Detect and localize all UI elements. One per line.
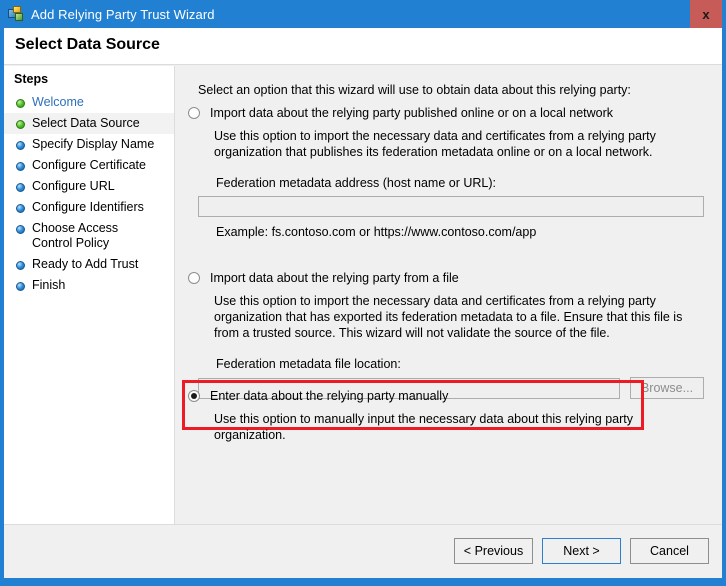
step-bullet-icon [16,204,25,213]
client-area: Select Data Source Steps Welcome Select … [4,28,722,578]
sidebar-item-specify-display-name[interactable]: Specify Display Name [4,134,174,155]
option-file-description: Use this option to import the necessary … [214,294,683,340]
step-bullet-icon [16,183,25,192]
sidebar-item-label: Select Data Source [32,116,140,130]
metadata-address-label: Federation metadata address (host name o… [216,176,496,190]
step-bullet-icon [16,261,25,270]
option-manual-description: Use this option to manually input the ne… [214,412,633,442]
step-bullet-icon [16,99,25,108]
option-online-group: Import data about the relying party publ… [176,106,722,239]
sidebar-item-select-data-source[interactable]: Select Data Source [4,113,174,134]
sidebar-item-label: Specify Display Name [32,137,155,151]
metadata-file-label: Federation metadata file location: [216,357,401,371]
sidebar-item-choose-access-control-policy[interactable]: Choose Access Control Policy [4,218,174,254]
footer-buttons: < Previous Next > Cancel [454,538,709,564]
wizard-icon [8,6,24,22]
sidebar-item-configure-identifiers[interactable]: Configure Identifiers [4,197,174,218]
radio-option-manual[interactable]: Enter data about the relying party manua… [188,389,722,403]
option-manual-group: Enter data about the relying party manua… [176,389,722,443]
cancel-button[interactable]: Cancel [630,538,709,564]
header-band: Select Data Source [4,28,722,65]
sidebar-item-label: Choose Access Control Policy [32,221,119,250]
steps-list: Welcome Select Data Source Specify Displ… [4,92,174,296]
intro-text: Select an option that this wizard will u… [198,83,631,97]
close-icon[interactable]: x [690,0,722,28]
sidebar-item-finish[interactable]: Finish [4,275,174,296]
step-bullet-icon [16,225,25,234]
previous-button[interactable]: < Previous [454,538,533,564]
main-panel: Select an option that this wizard will u… [176,66,722,578]
window-title: Add Relying Party Trust Wizard [31,6,215,22]
sidebar-item-label: Welcome [32,95,84,109]
radio-icon[interactable] [188,272,200,284]
page-title: Select Data Source [15,36,160,53]
sidebar-item-welcome[interactable]: Welcome [4,92,174,113]
radio-icon[interactable] [188,107,200,119]
sidebar-item-ready-to-add-trust[interactable]: Ready to Add Trust [4,254,174,275]
option-online-description: Use this option to import the necessary … [214,129,656,159]
steps-heading: Steps [14,72,49,86]
footer-bar: < Previous Next > Cancel [4,524,722,578]
next-button[interactable]: Next > [542,538,621,564]
metadata-address-input[interactable] [198,196,704,217]
sidebar-item-label: Configure Certificate [32,158,146,172]
step-bullet-icon [16,141,25,150]
sidebar-item-label: Finish [32,278,66,292]
radio-option-online[interactable]: Import data about the relying party publ… [188,106,722,120]
title-bar: Add Relying Party Trust Wizard x [0,0,726,28]
step-bullet-icon [16,120,25,129]
radio-option-online-label: Import data about the relying party publ… [210,106,614,120]
step-bullet-icon [16,162,25,171]
metadata-address-example: Example: fs.contoso.com or https://www.c… [216,225,537,239]
radio-icon[interactable] [188,390,200,402]
sidebar-item-label: Ready to Add Trust [32,257,139,271]
steps-sidebar: Steps Welcome Select Data Source Specify… [4,66,175,578]
radio-option-file-label: Import data about the relying party from… [210,271,459,285]
sidebar-item-configure-url[interactable]: Configure URL [4,176,174,197]
sidebar-item-configure-certificate[interactable]: Configure Certificate [4,155,174,176]
radio-option-file[interactable]: Import data about the relying party from… [188,271,722,285]
radio-option-manual-label: Enter data about the relying party manua… [210,389,449,403]
sidebar-item-label: Configure Identifiers [32,200,144,214]
step-bullet-icon [16,282,25,291]
wizard-window: Add Relying Party Trust Wizard x Select … [0,0,726,586]
sidebar-item-label: Configure URL [32,179,115,193]
